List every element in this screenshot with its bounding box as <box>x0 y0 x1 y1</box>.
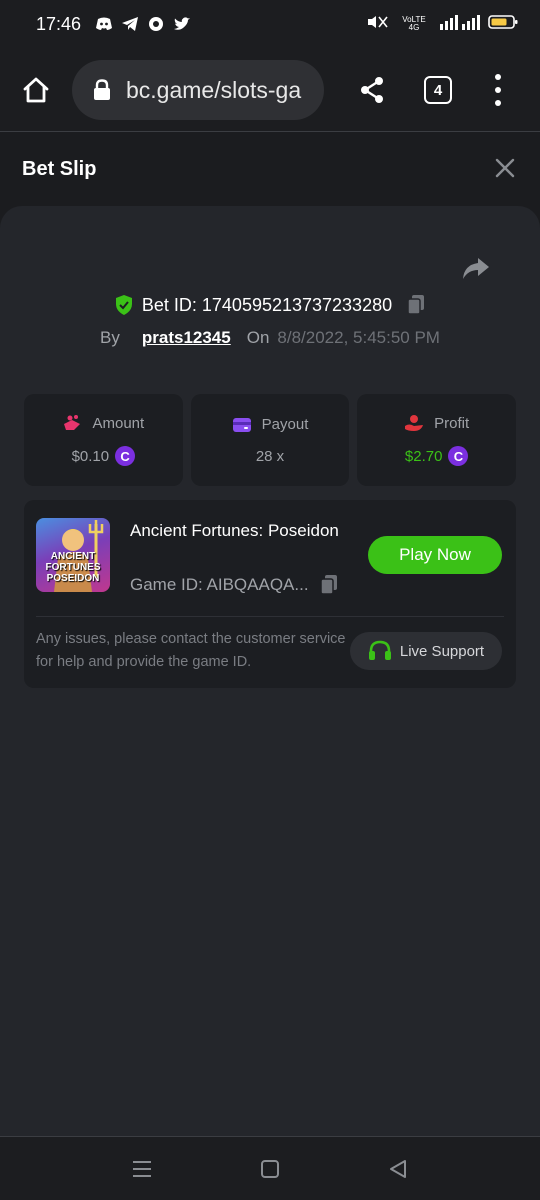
share-icon[interactable] <box>356 74 388 106</box>
play-now-button[interactable]: Play Now <box>368 536 502 574</box>
live-support-label: Live Support <box>399 642 485 660</box>
game-thumbnail[interactable]: ANCIENT FORTUNES POSEIDON <box>36 518 110 592</box>
on-label: On <box>246 328 270 347</box>
system-nav-bar <box>0 1136 540 1200</box>
payout-label: Payout <box>261 416 309 433</box>
help-text: Any issues, please contact the customer … <box>36 631 346 670</box>
profit-icon <box>405 415 424 431</box>
share-arrow-icon[interactable] <box>462 256 490 282</box>
status-indicators: VoLTE 4G <box>366 14 518 35</box>
bet-id-text: Bet ID: 1740595213737233280 <box>141 294 393 315</box>
page-title: Bet Slip <box>22 157 97 180</box>
address-bar[interactable]: bc.game/slots-ga <box>72 60 324 120</box>
browser-toolbar: bc.game/slots-ga 4 <box>0 48 540 132</box>
signal-icon <box>440 14 480 35</box>
mute-icon <box>366 14 388 35</box>
game-name: Ancient Fortunes: Poseidon <box>130 521 339 540</box>
close-icon[interactable] <box>494 157 516 179</box>
profit-label: Profit <box>434 414 470 432</box>
profit-value: $2.70 <box>404 447 443 465</box>
game-id-text: Game ID: AIBQAAQA... <box>130 575 309 594</box>
bet-stats: Amount $0.10 C Payout 28 x Profit $2.70 <box>24 394 517 486</box>
by-label: By <box>100 328 120 347</box>
battery-icon <box>488 14 518 35</box>
back-icon[interactable] <box>386 1157 410 1181</box>
game-card: ANCIENT FORTUNES POSEIDON Ancient Fortun… <box>24 500 516 688</box>
lock-icon <box>94 79 110 100</box>
status-time: 17:46 <box>36 13 82 34</box>
bet-slip-panel: Bet ID: 1740595213737233280 By prats1234… <box>0 206 540 1136</box>
coin-icon: C <box>448 446 469 466</box>
headset-icon <box>368 640 391 660</box>
amount-value: $0.10 <box>71 447 110 465</box>
home-icon[interactable] <box>18 72 54 108</box>
status-app-icons <box>95 16 191 32</box>
bet-slip-header: Bet Slip <box>0 133 540 205</box>
copy-icon[interactable] <box>406 294 426 316</box>
bet-id-row: Bet ID: 1740595213737233280 <box>0 294 540 316</box>
app-icon <box>147 16 165 32</box>
tab-switcher-button[interactable]: 4 <box>424 76 452 104</box>
home-nav-icon[interactable] <box>258 1157 282 1181</box>
amount-icon <box>64 415 81 430</box>
amount-label: Amount <box>92 414 145 432</box>
url-text: bc.game/slots-ga <box>126 76 302 103</box>
amount-card: Amount $0.10 C <box>24 394 183 486</box>
payout-value: 28 x <box>255 447 285 465</box>
twitter-icon <box>173 16 191 32</box>
coin-icon: C <box>115 446 136 466</box>
more-menu-icon[interactable] <box>490 74 506 106</box>
shield-check-icon <box>115 295 132 315</box>
username-link[interactable]: prats12345 <box>142 328 231 348</box>
status-bar: 17:46 VoLTE 4G <box>0 0 540 48</box>
telegram-icon <box>121 16 139 32</box>
profit-card: Profit $2.70 C <box>357 394 517 486</box>
payout-card: Payout 28 x <box>190 394 350 486</box>
payout-icon <box>232 417 251 432</box>
live-support-button[interactable]: Live Support <box>350 632 502 670</box>
recent-apps-icon[interactable] <box>130 1157 154 1181</box>
thumbnail-title: ANCIENT FORTUNES POSEIDON <box>45 551 101 584</box>
copy-icon[interactable] <box>319 574 339 596</box>
divider <box>36 616 504 617</box>
game-id-row: Game ID: AIBQAAQA... <box>130 574 339 596</box>
bet-date: 8/8/2022, 5:45:50 PM <box>277 328 440 347</box>
bet-meta-row: By prats12345 On 8/8/2022, 5:45:50 PM <box>0 328 540 348</box>
network-label: VoLTE 4G <box>402 15 426 32</box>
discord-icon <box>95 16 113 32</box>
